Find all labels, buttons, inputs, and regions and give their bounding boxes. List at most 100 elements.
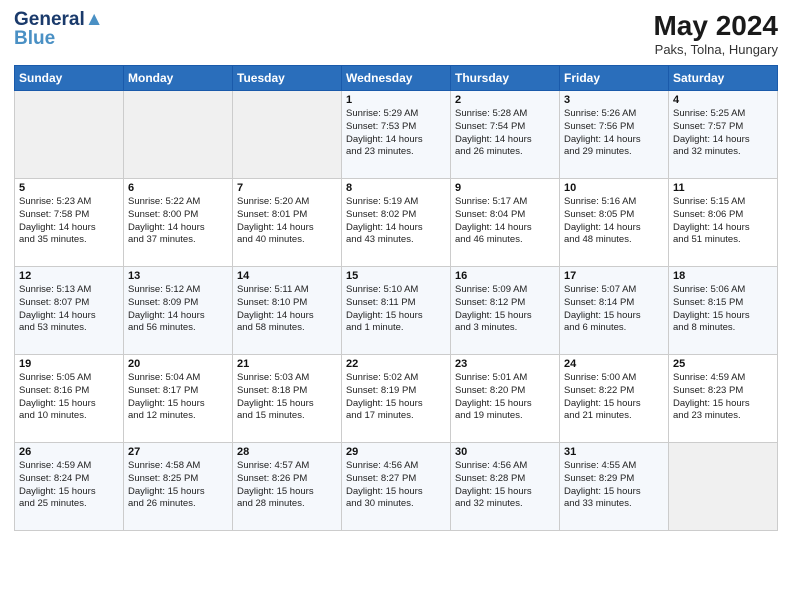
day-header-sunday: Sunday [15, 66, 124, 91]
calendar-cell: 11 Sunrise: 5:15 AM Sunset: 8:06 PM Dayli… [669, 179, 778, 267]
calendar-cell: 8 Sunrise: 5:19 AM Sunset: 8:02 PM Daylig… [342, 179, 451, 267]
cell-text: Sunrise: 5:17 AM Sunset: 8:04 PM Dayligh… [455, 196, 555, 247]
cell-text: Sunrise: 5:22 AM Sunset: 8:00 PM Dayligh… [128, 196, 228, 247]
day-header-monday: Monday [124, 66, 233, 91]
calendar-cell: 4Sunrise: 5:25 AM Sunset: 7:57 PM Daylig… [669, 91, 778, 179]
day-number: 22 [346, 358, 446, 370]
day-number: 21 [237, 358, 337, 370]
calendar-cell: 27Sunrise: 4:58 AM Sunset: 8:25 PM Dayli… [124, 443, 233, 531]
calendar-week-4: 19 Sunrise: 5:05 AM Sunset: 8:16 PM Dayli… [15, 355, 778, 443]
calendar-cell: 25 Sunrise: 4:59 AM Sunset: 8:23 PM Dayli… [669, 355, 778, 443]
cell-text: Sunrise: 5:04 AM Sunset: 8:17 PM Dayligh… [128, 372, 228, 423]
cell-text: Sunrise: 5:02 AM Sunset: 8:19 PM Dayligh… [346, 372, 446, 423]
cell-text: Sunrise: 4:59 AM Sunset: 8:24 PM Dayligh… [19, 460, 119, 511]
calendar-cell: 6Sunrise: 5:22 AM Sunset: 8:00 PM Daylig… [124, 179, 233, 267]
cell-text: Sunrise: 5:00 AM Sunset: 8:22 PM Dayligh… [564, 372, 664, 423]
cell-text: Sunrise: 5:11 AM Sunset: 8:10 PM Dayligh… [237, 284, 337, 335]
calendar-cell: 5 Sunrise: 5:23 AM Sunset: 7:58 PM Daylig… [15, 179, 124, 267]
cell-text: Sunrise: 5:12 AM Sunset: 8:09 PM Dayligh… [128, 284, 228, 335]
calendar-cell: 21 Sunrise: 5:03 AM Sunset: 8:18 PM Dayli… [233, 355, 342, 443]
calendar-cell: 16 Sunrise: 5:09 AM Sunset: 8:12 PM Dayli… [451, 267, 560, 355]
cell-text: Sunrise: 5:15 AM Sunset: 8:06 PM Dayligh… [673, 196, 773, 247]
day-header-thursday: Thursday [451, 66, 560, 91]
day-number: 30 [455, 446, 555, 458]
cell-text: Sunrise: 5:05 AM Sunset: 8:16 PM Dayligh… [19, 372, 119, 423]
calendar-cell: 24Sunrise: 5:00 AM Sunset: 8:22 PM Dayli… [560, 355, 669, 443]
cell-text: Sunrise: 5:07 AM Sunset: 8:14 PM Dayligh… [564, 284, 664, 335]
calendar-cell: 18 Sunrise: 5:06 AM Sunset: 8:15 PM Dayli… [669, 267, 778, 355]
calendar-cell: 29 Sunrise: 4:56 AM Sunset: 8:27 PM Dayli… [342, 443, 451, 531]
cell-text: Sunrise: 4:59 AM Sunset: 8:23 PM Dayligh… [673, 372, 773, 423]
cell-text: Sunrise: 4:55 AM Sunset: 8:29 PM Dayligh… [564, 460, 664, 511]
cell-text: Sunrise: 5:01 AM Sunset: 8:20 PM Dayligh… [455, 372, 555, 423]
day-number: 3 [564, 94, 664, 106]
header: General▲ Blue May 2024 Paks, Tolna, Hung… [14, 10, 778, 57]
calendar-cell: 15Sunrise: 5:10 AM Sunset: 8:11 PM Dayli… [342, 267, 451, 355]
calendar-cell: 31Sunrise: 4:55 AM Sunset: 8:29 PM Dayli… [560, 443, 669, 531]
cell-text: Sunrise: 4:57 AM Sunset: 8:26 PM Dayligh… [237, 460, 337, 511]
calendar-cell [15, 91, 124, 179]
day-number: 18 [673, 270, 773, 282]
calendar-cell: 12Sunrise: 5:13 AM Sunset: 8:07 PM Dayli… [15, 267, 124, 355]
calendar-cell: 1Sunrise: 5:29 AM Sunset: 7:53 PM Daylig… [342, 91, 451, 179]
logo-blue: Blue [14, 29, 104, 50]
calendar-cell: 13 Sunrise: 5:12 AM Sunset: 8:09 PM Dayli… [124, 267, 233, 355]
title-block: May 2024 Paks, Tolna, Hungary [653, 10, 778, 57]
calendar-cell: 17 Sunrise: 5:07 AM Sunset: 8:14 PM Dayli… [560, 267, 669, 355]
calendar-week-1: 1Sunrise: 5:29 AM Sunset: 7:53 PM Daylig… [15, 91, 778, 179]
day-number: 10 [564, 182, 664, 194]
day-number: 4 [673, 94, 773, 106]
day-number: 11 [673, 182, 773, 194]
cell-text: Sunrise: 5:20 AM Sunset: 8:01 PM Dayligh… [237, 196, 337, 247]
calendar-cell: 9 Sunrise: 5:17 AM Sunset: 8:04 PM Daylig… [451, 179, 560, 267]
page: General▲ Blue May 2024 Paks, Tolna, Hung… [0, 0, 792, 612]
day-number: 23 [455, 358, 555, 370]
calendar-cell: 2 Sunrise: 5:28 AM Sunset: 7:54 PM Daylig… [451, 91, 560, 179]
day-number: 29 [346, 446, 446, 458]
calendar-header-row: SundayMondayTuesdayWednesdayThursdayFrid… [15, 66, 778, 91]
day-header-wednesday: Wednesday [342, 66, 451, 91]
day-number: 16 [455, 270, 555, 282]
calendar-week-3: 12Sunrise: 5:13 AM Sunset: 8:07 PM Dayli… [15, 267, 778, 355]
calendar-week-2: 5 Sunrise: 5:23 AM Sunset: 7:58 PM Daylig… [15, 179, 778, 267]
day-number: 9 [455, 182, 555, 194]
day-number: 8 [346, 182, 446, 194]
day-number: 19 [19, 358, 119, 370]
cell-text: Sunrise: 5:19 AM Sunset: 8:02 PM Dayligh… [346, 196, 446, 247]
calendar-cell: 7 Sunrise: 5:20 AM Sunset: 8:01 PM Daylig… [233, 179, 342, 267]
cell-text: Sunrise: 5:13 AM Sunset: 8:07 PM Dayligh… [19, 284, 119, 335]
day-number: 1 [346, 94, 446, 106]
cell-text: Sunrise: 5:23 AM Sunset: 7:58 PM Dayligh… [19, 196, 119, 247]
day-number: 14 [237, 270, 337, 282]
calendar-cell: 23 Sunrise: 5:01 AM Sunset: 8:20 PM Dayli… [451, 355, 560, 443]
day-number: 28 [237, 446, 337, 458]
day-number: 13 [128, 270, 228, 282]
cell-text: Sunrise: 5:06 AM Sunset: 8:15 PM Dayligh… [673, 284, 773, 335]
calendar-cell [669, 443, 778, 531]
calendar-cell: 3Sunrise: 5:26 AM Sunset: 7:56 PM Daylig… [560, 91, 669, 179]
day-number: 7 [237, 182, 337, 194]
calendar: SundayMondayTuesdayWednesdayThursdayFrid… [14, 65, 778, 531]
day-number: 26 [19, 446, 119, 458]
calendar-cell [233, 91, 342, 179]
calendar-cell: 22 Sunrise: 5:02 AM Sunset: 8:19 PM Dayli… [342, 355, 451, 443]
logo: General▲ Blue [14, 10, 104, 50]
cell-text: Sunrise: 5:10 AM Sunset: 8:11 PM Dayligh… [346, 284, 446, 335]
cell-text: Sunrise: 5:16 AM Sunset: 8:05 PM Dayligh… [564, 196, 664, 247]
day-number: 5 [19, 182, 119, 194]
calendar-week-5: 26 Sunrise: 4:59 AM Sunset: 8:24 PM Dayli… [15, 443, 778, 531]
cell-text: Sunrise: 4:56 AM Sunset: 8:28 PM Dayligh… [455, 460, 555, 511]
cell-text: Sunrise: 5:03 AM Sunset: 8:18 PM Dayligh… [237, 372, 337, 423]
day-number: 17 [564, 270, 664, 282]
calendar-cell: 28 Sunrise: 4:57 AM Sunset: 8:26 PM Dayli… [233, 443, 342, 531]
cell-text: Sunrise: 5:28 AM Sunset: 7:54 PM Dayligh… [455, 108, 555, 159]
calendar-cell: 30 Sunrise: 4:56 AM Sunset: 8:28 PM Dayli… [451, 443, 560, 531]
day-number: 25 [673, 358, 773, 370]
location: Paks, Tolna, Hungary [653, 42, 778, 57]
month-year: May 2024 [653, 10, 778, 42]
calendar-cell [124, 91, 233, 179]
cell-text: Sunrise: 4:56 AM Sunset: 8:27 PM Dayligh… [346, 460, 446, 511]
day-number: 2 [455, 94, 555, 106]
day-number: 20 [128, 358, 228, 370]
cell-text: Sunrise: 5:09 AM Sunset: 8:12 PM Dayligh… [455, 284, 555, 335]
